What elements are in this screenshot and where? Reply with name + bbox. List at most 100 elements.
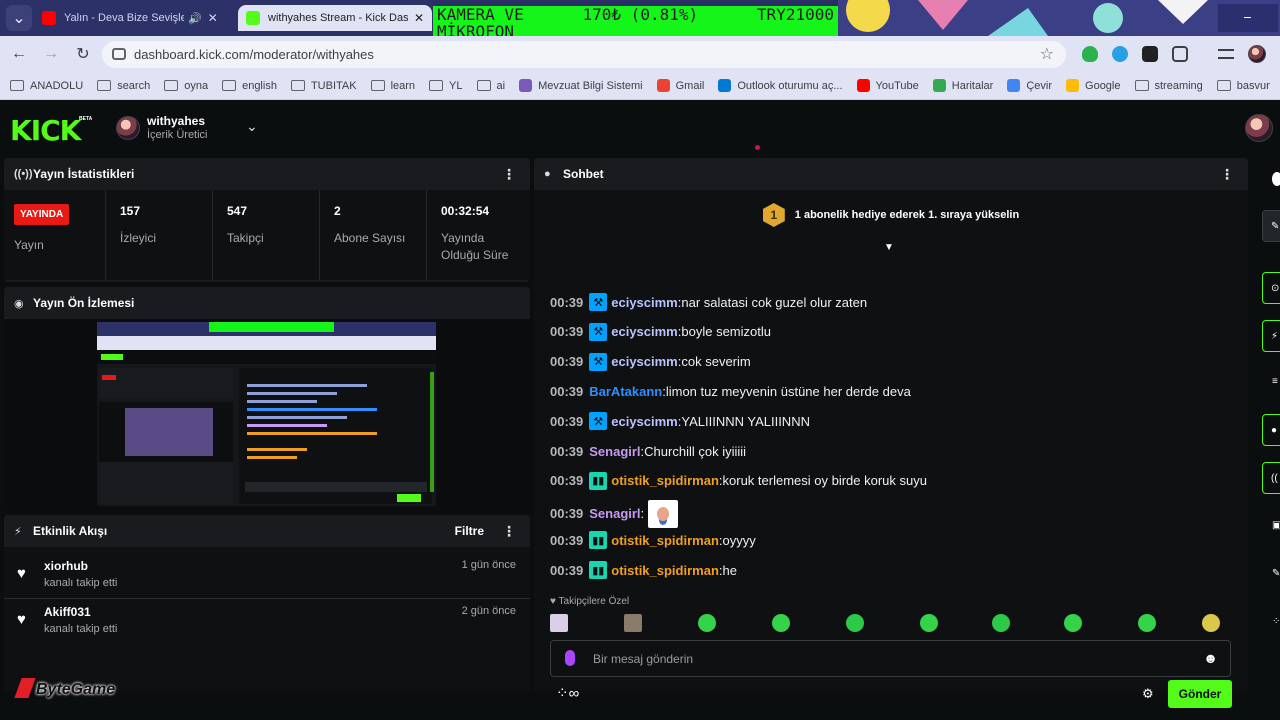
rail-lightning-button[interactable]: ⚡: [1262, 320, 1280, 352]
tab-search-button[interactable]: ⌄: [6, 5, 32, 31]
activity-item[interactable]: ♥ xiorhub kanalı takip etti 1 gün önce: [4, 553, 530, 599]
message-username[interactable]: Senagirl: [589, 444, 640, 459]
emote-icon[interactable]: [624, 614, 642, 632]
channel-name[interactable]: withyahes: [147, 114, 205, 128]
rail-more-icon[interactable]: ⁘: [1272, 616, 1280, 627]
extension-search-icon[interactable]: [1112, 46, 1128, 62]
site-info-icon[interactable]: [112, 48, 126, 60]
kick-logo[interactable]: KICK: [10, 114, 81, 147]
info-icon[interactable]: [1272, 172, 1280, 186]
back-button[interactable]: ←: [6, 41, 32, 67]
rail-tools-icon[interactable]: ✎: [1272, 568, 1280, 579]
rail-list-icon[interactable]: ≡: [1272, 376, 1278, 387]
emote-icon[interactable]: [1138, 614, 1156, 632]
chat-message-input[interactable]: [593, 641, 1153, 676]
message-username[interactable]: eciyscimm: [611, 324, 678, 339]
bookmark-item[interactable]: search: [97, 80, 150, 92]
extension-puzzle-dark-icon[interactable]: [1142, 46, 1158, 62]
chat-message[interactable]: 00:39 ▮▮ otistik_spidirman: oyyyy: [550, 528, 1238, 552]
close-icon[interactable]: ✕: [208, 11, 218, 25]
profile-avatar-icon[interactable]: [1248, 45, 1266, 63]
emote-icon[interactable]: [1064, 614, 1082, 632]
chat-message[interactable]: 00:39 ⚒ eciyscimm: YALIIINNN YALIIINNN: [550, 409, 1238, 433]
bookmark-item[interactable]: streaming: [1134, 80, 1203, 92]
chat-input-box[interactable]: ☻: [550, 640, 1231, 677]
tab-youtube[interactable]: Yalın - Deva Bize Sevişler (C 🔊 ✕: [34, 5, 234, 31]
more-options-icon[interactable]: ⋮: [1220, 166, 1234, 183]
more-options-icon[interactable]: ⋮: [502, 166, 516, 183]
message-username[interactable]: otistik_spidirman: [611, 533, 719, 548]
emote-icon[interactable]: [772, 614, 790, 632]
user-avatar[interactable]: [1245, 114, 1273, 142]
bookmark-item[interactable]: ANADOLU: [10, 80, 83, 92]
message-username[interactable]: BarAtakann: [589, 384, 662, 399]
bookmark-item[interactable]: oyna: [164, 80, 208, 92]
kick-points-icon[interactable]: ⁘∞: [556, 684, 579, 702]
forward-button[interactable]: →: [38, 41, 64, 67]
bookmark-item[interactable]: YL: [429, 80, 463, 92]
rail-people-icon[interactable]: ▣: [1272, 520, 1280, 531]
bookmark-item[interactable]: YouTube: [856, 79, 919, 92]
emote-icon[interactable]: [1202, 614, 1220, 632]
collapse-banner-icon[interactable]: ▼: [884, 242, 898, 253]
chat-message[interactable]: 00:39 Senagirl:: [550, 499, 1238, 529]
message-username[interactable]: eciyscimm: [611, 354, 678, 369]
chat-message[interactable]: 00:39 ▮▮ otistik_spidirman: he: [550, 558, 1238, 582]
filter-button[interactable]: Filtre: [455, 524, 484, 538]
bookmark-item[interactable]: Gmail: [656, 79, 704, 92]
stream-preview-thumbnail[interactable]: [97, 322, 436, 506]
more-options-icon[interactable]: ⋮: [502, 523, 516, 540]
message-username[interactable]: otistik_spidirman: [611, 563, 719, 578]
bookmark-item[interactable]: ai: [476, 80, 505, 92]
bookmark-item[interactable]: english: [222, 80, 277, 92]
send-button[interactable]: Gönder: [1168, 680, 1232, 708]
message-username[interactable]: otistik_spidirman: [611, 473, 719, 488]
bookmark-item[interactable]: Haritalar: [932, 79, 993, 92]
bookmark-item[interactable]: TUBITAK: [290, 80, 357, 92]
rail-edit-button[interactable]: ✎: [1262, 210, 1280, 242]
chat-message[interactable]: 00:39 ⚒ eciyscimm: nar salatasi cok guzel …: [550, 290, 1238, 314]
tab-kick-dashboard[interactable]: withyahes Stream - Kick Dashb ✕: [238, 5, 432, 31]
message-username[interactable]: eciyscimm: [611, 414, 678, 429]
bookmark-item[interactable]: basvur: [1216, 80, 1270, 92]
chat-message[interactable]: 00:39 BarAtakann: limon tuz meyvenin üstü…: [550, 379, 1238, 403]
emote-icon[interactable]: [550, 614, 568, 632]
chat-message[interactable]: 00:39 ⚒ eciyscimm: cok severim: [550, 350, 1238, 374]
media-control-icon[interactable]: [1218, 49, 1234, 59]
bookmark-item[interactable]: Çevir: [1007, 79, 1052, 92]
emote-icon[interactable]: [698, 614, 716, 632]
rail-target-button[interactable]: ⊙: [1262, 272, 1280, 304]
emote-icon[interactable]: [846, 614, 864, 632]
message-username[interactable]: Senagirl: [589, 506, 640, 521]
reload-button[interactable]: ↻: [70, 41, 96, 67]
channel-avatar[interactable]: [116, 116, 140, 140]
chevron-down-icon[interactable]: ⌄: [246, 118, 258, 135]
chat-settings-icon[interactable]: ⚙: [1142, 686, 1154, 702]
chat-message[interactable]: 00:39 ⚒ eciyscimm: boyle semizotlu: [550, 320, 1238, 344]
activity-user[interactable]: xiorhub: [44, 559, 88, 573]
chat-message[interactable]: 00:39 ▮▮ otistik_spidirman: koruk terlemes…: [550, 469, 1238, 493]
window-minimize-button[interactable]: ⎯: [1244, 8, 1251, 25]
close-icon[interactable]: ✕: [414, 11, 424, 25]
bookmark-item[interactable]: Mevzuat Bilgi Sistemi: [519, 79, 643, 92]
emote-icon[interactable]: [992, 614, 1010, 632]
gift-sub-banner[interactable]: 1 1 abonelik hediye ederek 1. sıraya yük…: [534, 190, 1248, 240]
extensions-icon[interactable]: [1172, 46, 1188, 62]
bookmark-item[interactable]: learn: [370, 80, 415, 92]
rail-chat-button[interactable]: ●: [1262, 414, 1280, 446]
address-bar[interactable]: dashboard.kick.com/moderator/withyahes ☆: [102, 41, 1066, 68]
speaker-icon[interactable]: 🔊: [188, 12, 202, 25]
rail-broadcast-button[interactable]: ((: [1262, 462, 1280, 494]
microphone-icon[interactable]: [565, 650, 575, 666]
extension-shield-icon[interactable]: [1082, 46, 1098, 62]
activity-item[interactable]: ♥ Akiff031 kanalı takip etti 2 gün önce: [4, 599, 530, 645]
folder-icon: [97, 80, 112, 91]
bookmark-star-icon[interactable]: ☆: [1040, 44, 1054, 64]
emote-icon[interactable]: [920, 614, 938, 632]
chat-message[interactable]: 00:39 Senagirl: Churchill çok iyiiiii: [550, 439, 1238, 463]
activity-user[interactable]: Akiff031: [44, 605, 91, 619]
message-username[interactable]: eciyscimm: [611, 295, 678, 310]
bookmark-item[interactable]: Google: [1066, 79, 1121, 92]
bookmark-item[interactable]: Outlook oturumu aç...: [718, 79, 843, 92]
emoji-picker-icon[interactable]: ☻: [1203, 650, 1218, 666]
